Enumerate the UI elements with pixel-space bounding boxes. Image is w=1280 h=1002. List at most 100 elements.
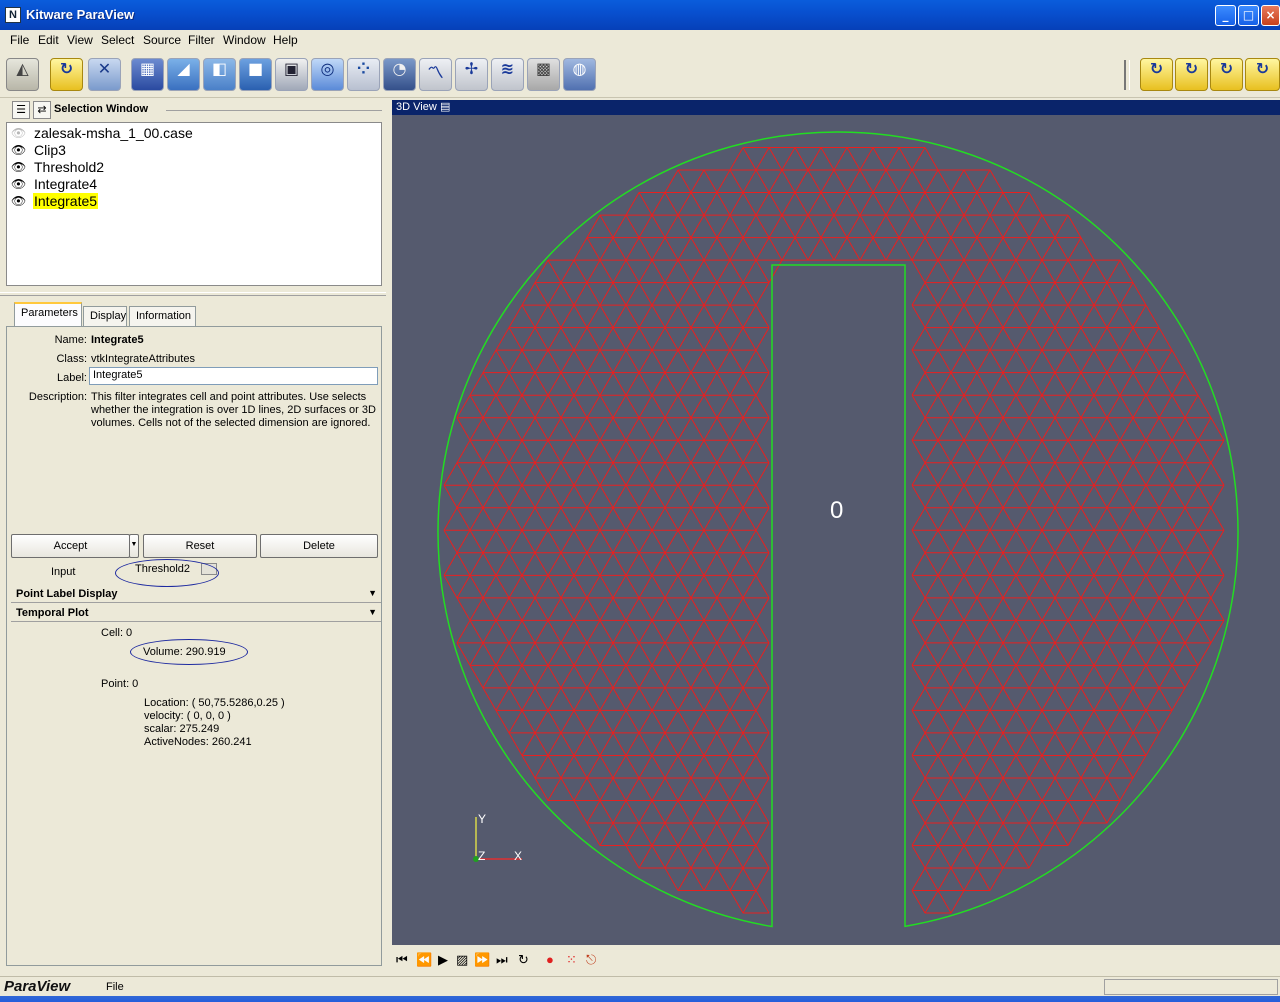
- menu-bar: File Edit View Select Source Filter Wind…: [0, 30, 1280, 50]
- orientation-axes: Y Z X: [473, 812, 522, 863]
- animation-toolbar: ⏮ ⏪ ▶ ▨ ⏩ ⏭ ↻ ● ⁙ ⎋: [392, 946, 1280, 974]
- menu-window[interactable]: Window: [223, 33, 266, 47]
- 3d-view[interactable]: 0 Y Z X: [392, 115, 1280, 945]
- stop-icon[interactable]: ▨: [456, 952, 468, 968]
- probe-icon[interactable]: ≋: [491, 58, 524, 91]
- menu-select[interactable]: Select: [101, 33, 134, 47]
- close-button[interactable]: ×: [1261, 5, 1280, 26]
- minimize-button[interactable]: _: [1215, 5, 1236, 26]
- menu-filter[interactable]: Filter: [188, 33, 215, 47]
- play-icon[interactable]: ▶: [438, 952, 448, 968]
- plot-icon[interactable]: ✢: [455, 58, 488, 91]
- description-text: This filter integrates cell and point at…: [91, 391, 376, 429]
- parameters-panel: Name: Integrate5 Class: vtkIntegrateAttr…: [6, 326, 382, 966]
- paraview-logo-icon: N: [5, 7, 21, 23]
- third-camera-icon[interactable]: ↻: [1210, 58, 1243, 91]
- maximize-button[interactable]: □: [1238, 5, 1259, 26]
- contour-icon[interactable]: ◢: [167, 58, 200, 91]
- point-location: Location: ( 50,75.5286,0.25 ): [144, 697, 285, 709]
- ruler-icon[interactable]: ◍: [563, 58, 596, 91]
- previous-frame-icon[interactable]: ⏪: [416, 952, 432, 968]
- cut-icon[interactable]: ■: [239, 58, 272, 91]
- integrate-icon[interactable]: 〽: [419, 58, 452, 91]
- glyph-icon[interactable]: ◔: [383, 58, 416, 91]
- point-label-display-section[interactable]: Point Label Display ▼: [11, 586, 381, 604]
- last-frame-icon[interactable]: ⏭: [496, 952, 508, 968]
- stream-icon[interactable]: ▩: [527, 58, 560, 91]
- chevron-down-icon: ▼: [368, 607, 377, 617]
- first-camera-icon[interactable]: ↻: [1140, 58, 1173, 91]
- pipeline-browser: 👁 zalesak-msha_1_00.case 👁 Clip3 👁 Thres…: [6, 122, 382, 286]
- eye-icon[interactable]: 👁: [11, 126, 28, 140]
- eye-icon[interactable]: 👁: [11, 194, 28, 208]
- point-header: Point: 0: [101, 678, 139, 690]
- accept-dropdown-button[interactable]: ▼: [129, 534, 139, 558]
- tree-view-icon[interactable]: ⇄: [33, 101, 51, 119]
- select-view-icon[interactable]: ◭: [6, 58, 39, 91]
- axis-y-label: Y: [478, 812, 486, 826]
- tab-parameters[interactable]: Parameters: [14, 302, 82, 326]
- point-scalar: scalar: 275.249: [144, 723, 220, 735]
- left-panel: ☰ ⇄ Selection Window 👁 zalesak-msha_1_00…: [0, 98, 386, 974]
- camera-path-icon[interactable]: ⎋: [586, 952, 596, 968]
- second-camera-icon[interactable]: ↻: [1175, 58, 1208, 91]
- point-velocity: velocity: ( 0, 0, 0 ): [144, 710, 231, 722]
- tab-information[interactable]: Information: [129, 306, 196, 326]
- toolbar: ◭ ↻ ✕ ▦ ◢ ◧ ■ ▣ ◎ ⁘ ◔ 〽 ✢ ≋ ▩ ◍ ↻ ↻ ↻ ↻: [0, 52, 1280, 98]
- status-text: File: [106, 981, 124, 993]
- loop-icon[interactable]: ↻: [518, 952, 529, 968]
- menu-view[interactable]: View: [67, 33, 93, 47]
- cell-header: Cell: 0: [101, 627, 133, 639]
- time-label: 0: [830, 497, 844, 524]
- reset-button[interactable]: Reset: [143, 534, 257, 558]
- temporal-plot-section[interactable]: Temporal Plot ▼: [11, 605, 381, 623]
- window-title: Kitware ParaView: [26, 7, 135, 22]
- title-bar: N Kitware ParaView _ □ ×: [0, 0, 1280, 30]
- panel-splitter[interactable]: [0, 292, 386, 296]
- name-value: Integrate5: [91, 334, 144, 346]
- menu-source[interactable]: Source: [143, 33, 181, 47]
- view-title: 3D View: [396, 101, 437, 113]
- delete-button[interactable]: Delete: [260, 534, 378, 558]
- toolbar-handle-icon[interactable]: [1124, 60, 1130, 90]
- next-frame-icon[interactable]: ⏩: [474, 952, 490, 968]
- calculator-icon[interactable]: ▦: [131, 58, 164, 91]
- first-frame-icon[interactable]: ⏮: [396, 952, 408, 968]
- menu-file[interactable]: File: [10, 33, 29, 47]
- taskbar: [0, 996, 1280, 1002]
- clip-icon[interactable]: ◧: [203, 58, 236, 91]
- extract-grid-icon[interactable]: ◎: [311, 58, 344, 91]
- mesh-boundary: [437, 131, 1239, 928]
- view-header: 3D View ▤: [392, 100, 1280, 115]
- menu-edit[interactable]: Edit: [38, 33, 59, 47]
- record-icon[interactable]: ●: [546, 952, 554, 967]
- point-active-nodes: ActiveNodes: 260.241: [144, 736, 252, 748]
- eye-icon[interactable]: 👁: [11, 160, 28, 174]
- axis-z-label: Z: [478, 849, 485, 863]
- paraview-logo: ParaView: [4, 978, 71, 995]
- view-options-icon[interactable]: ▤: [440, 100, 450, 113]
- eye-icon[interactable]: 👁: [11, 143, 28, 157]
- volume-highlight-oval: [130, 639, 248, 665]
- selection-window-header: ☰ ⇄ Selection Window: [8, 100, 382, 120]
- record-options-icon[interactable]: ⁙: [566, 952, 577, 968]
- list-view-icon[interactable]: ☰: [12, 101, 30, 119]
- reset-camera-icon[interactable]: ✕: [88, 58, 121, 91]
- axis-x-label: X: [514, 849, 522, 863]
- status-bar: ParaView File: [0, 976, 1280, 996]
- input-label: Input: [51, 566, 76, 578]
- rotate-icon[interactable]: ↻: [50, 58, 83, 91]
- tab-display[interactable]: Display: [83, 306, 127, 326]
- menu-help[interactable]: Help: [273, 33, 298, 47]
- status-progress-panel: [1104, 979, 1278, 995]
- highlight-oval: [115, 559, 219, 587]
- label-input[interactable]: Integrate5: [89, 367, 378, 385]
- chevron-down-icon: ▼: [368, 588, 377, 598]
- accept-button[interactable]: Accept: [11, 534, 130, 558]
- mesh-edges: [443, 147, 1225, 914]
- threshold-icon[interactable]: ▣: [275, 58, 308, 91]
- warp-icon[interactable]: ⁘: [347, 58, 380, 91]
- class-value: vtkIntegrateAttributes: [91, 353, 195, 365]
- fourth-camera-icon[interactable]: ↻: [1245, 58, 1280, 91]
- eye-icon[interactable]: 👁: [11, 177, 28, 191]
